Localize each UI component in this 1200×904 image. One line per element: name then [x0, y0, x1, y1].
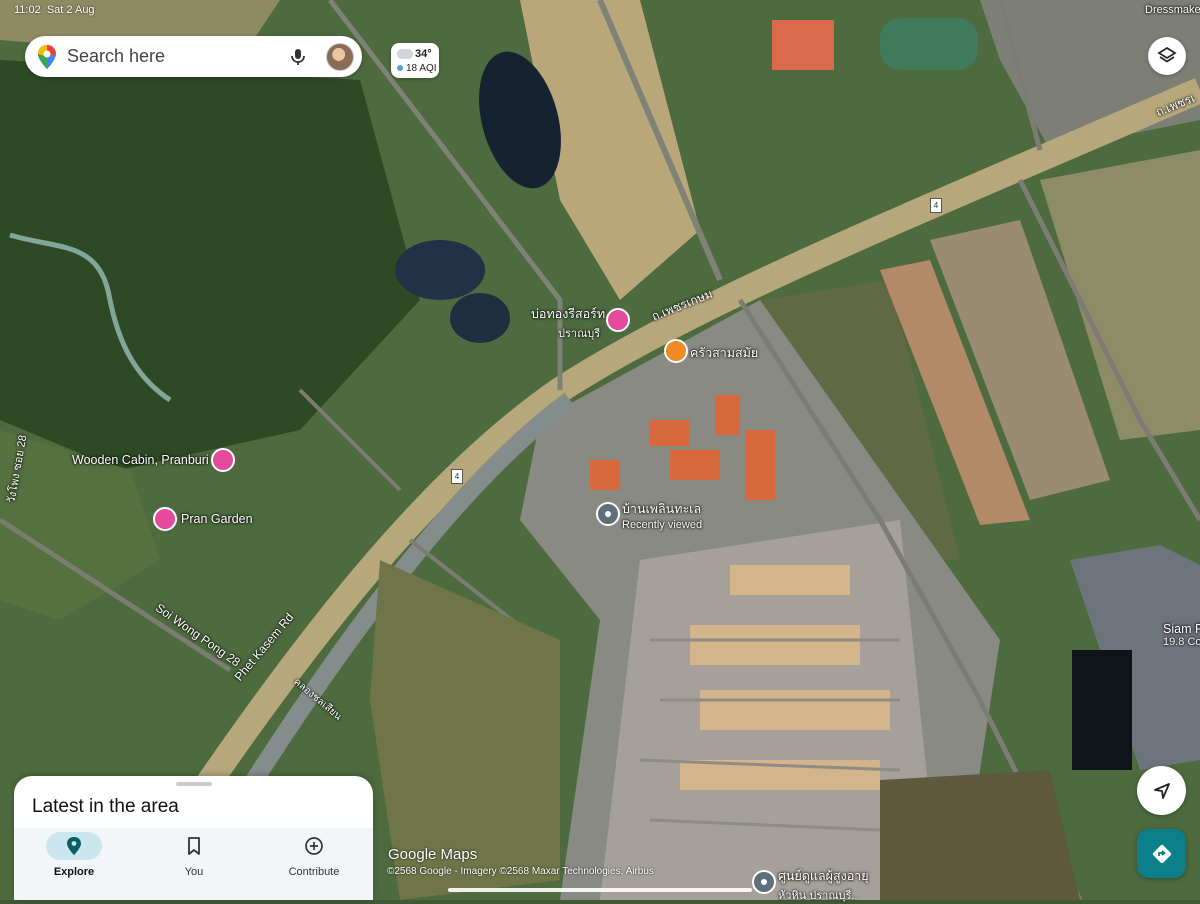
- search-input[interactable]: Search here: [67, 46, 288, 67]
- tab-you-label: You: [184, 866, 204, 878]
- route-shield: 4: [451, 469, 463, 484]
- map-label-restaurant[interactable]: ครัวสามสมัย: [690, 343, 758, 363]
- weather-temp: 34°: [415, 48, 432, 60]
- directions-button[interactable]: [1137, 829, 1186, 878]
- weather-chip[interactable]: 34° 18 AQI: [391, 43, 439, 78]
- place-pin-icon[interactable]: [752, 870, 776, 894]
- route-shield: 4: [930, 198, 942, 213]
- aqi-value: 18 AQI: [397, 63, 437, 74]
- avatar[interactable]: [326, 42, 354, 71]
- map-label-siam[interactable]: Siam F 19.8 Comp: [1163, 622, 1200, 648]
- my-location-button[interactable]: [1137, 766, 1186, 815]
- map-label-recently-viewed[interactable]: บ้านเพลินทะเล Recently viewed: [622, 499, 702, 531]
- restaurant-poi-icon[interactable]: [664, 339, 688, 363]
- google-maps-pin-icon: [38, 44, 56, 69]
- hotel-poi-icon[interactable]: [211, 448, 235, 472]
- bottom-sheet[interactable]: Latest in the area Explore You Contribut…: [14, 776, 373, 900]
- bookmark-icon: [188, 837, 200, 855]
- status-time: 11:02 Sat 2 Aug: [14, 4, 95, 16]
- google-maps-logo: Google Maps: [388, 846, 478, 863]
- imagery-credit[interactable]: ©2568 Google - Imagery ©2568 Maxar Techn…: [387, 866, 654, 877]
- map-label-elderly-center[interactable]: ศูนย์ดูแลผู้สูงอายุ หัวหิน ปราณบุรี..: [778, 866, 869, 904]
- tab-contribute[interactable]: Contribute: [254, 828, 374, 900]
- microphone-icon[interactable]: [288, 47, 308, 67]
- search-bar[interactable]: Search here: [25, 36, 362, 77]
- directions-icon: [1152, 844, 1171, 863]
- tab-explore[interactable]: Explore: [14, 828, 134, 900]
- map-label-resort[interactable]: บ่อทองรีสอร์ท ปราณบุรี: [531, 304, 605, 342]
- satellite-map[interactable]: [0, 0, 1200, 900]
- tab-explore-label: Explore: [53, 866, 95, 878]
- map-label-pran-garden[interactable]: Pran Garden: [181, 512, 253, 526]
- home-indicator[interactable]: [448, 888, 752, 892]
- layers-icon: [1157, 46, 1177, 63]
- layers-button[interactable]: [1148, 37, 1186, 75]
- add-circle-icon: [305, 837, 323, 855]
- navigation-arrow-icon: [1153, 782, 1170, 799]
- map-label-wooden-cabin[interactable]: Wooden Cabin, Pranburi: [72, 453, 209, 467]
- recently-viewed-pin-icon[interactable]: [596, 502, 620, 526]
- hotel-poi-icon[interactable]: [153, 507, 177, 531]
- sheet-title: Latest in the area: [32, 796, 179, 817]
- bottom-nav: Explore You Contribute: [14, 828, 373, 900]
- sheet-drag-handle[interactable]: [176, 782, 212, 786]
- explore-pin-icon: [67, 837, 81, 855]
- map-label-dressmaker[interactable]: Dressmaker: [1145, 4, 1200, 16]
- hotel-poi-icon[interactable]: [606, 308, 630, 332]
- tab-you[interactable]: You: [134, 828, 254, 900]
- tab-contribute-label: Contribute: [288, 866, 340, 878]
- cloud-icon: [397, 49, 413, 59]
